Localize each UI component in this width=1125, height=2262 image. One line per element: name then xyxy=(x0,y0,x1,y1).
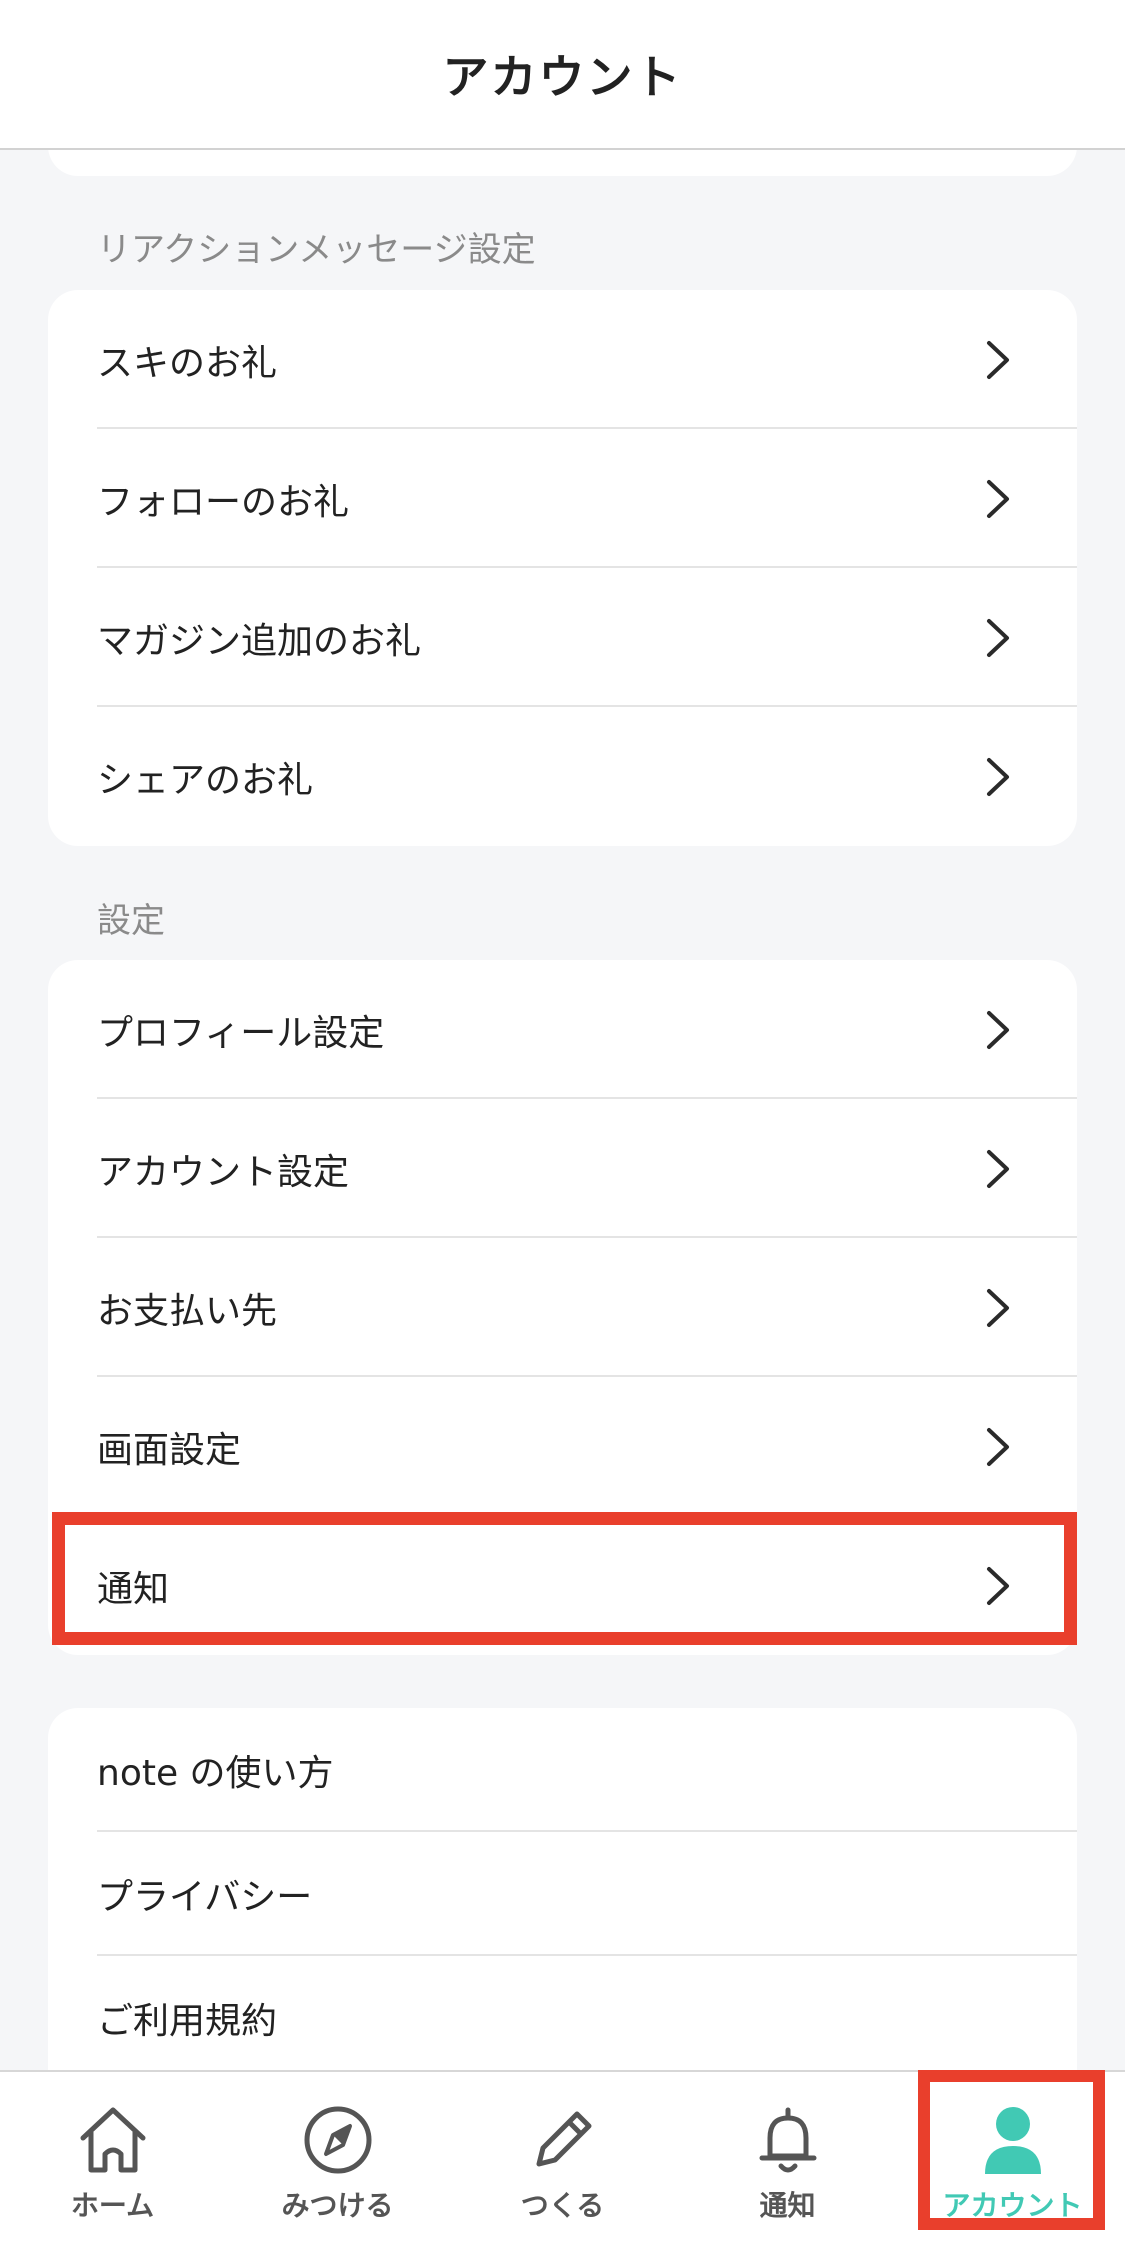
chevron-right-icon xyxy=(987,1288,1009,1327)
chevron-right-icon xyxy=(987,1427,1009,1466)
home-icon xyxy=(80,2107,145,2173)
chevron-right-icon xyxy=(987,618,1009,657)
menu-item-how-to-use[interactable]: note の使い方 xyxy=(48,1708,1077,1832)
menu-item-terms[interactable]: ご利用規約 xyxy=(48,1956,1077,2080)
menu-item-label: シェアのお礼 xyxy=(97,759,314,801)
person-icon xyxy=(984,2107,1041,2174)
menu-item-label: プライバシー xyxy=(97,1877,313,1918)
menu-item-follow-thanks[interactable]: フォローのお礼 xyxy=(48,429,1077,568)
compass-icon xyxy=(304,2106,371,2174)
menu-item-label: スキのお礼 xyxy=(97,342,278,384)
menu-item-profile-settings[interactable]: プロフィール設定 xyxy=(48,960,1077,1099)
tab-label: つくる xyxy=(520,2189,605,2222)
menu-item-label: note の使い方 xyxy=(97,1753,334,1794)
menu-item-notifications[interactable]: 通知 xyxy=(48,1516,1077,1655)
menu-item-like-thanks[interactable]: スキのお礼 xyxy=(48,290,1077,429)
menu-item-share-thanks[interactable]: シェアのお礼 xyxy=(48,707,1077,846)
section-label-reaction: リアクションメッセージ設定 xyxy=(97,230,536,270)
menu-item-label: プロフィール設定 xyxy=(97,1012,385,1054)
menu-item-label: アカウント設定 xyxy=(97,1151,350,1193)
app-header: アカウント xyxy=(0,0,1125,150)
tab-home[interactable]: ホーム xyxy=(0,2072,225,2262)
menu-item-display-settings[interactable]: 画面設定 xyxy=(48,1377,1077,1516)
chevron-right-icon xyxy=(987,1010,1009,1049)
bottom-tab-bar: ホーム みつける つくる 通知 アカウント xyxy=(0,2070,1125,2262)
tab-create[interactable]: つくる xyxy=(450,2072,675,2262)
menu-item-label: お支払い先 xyxy=(97,1290,278,1332)
tab-account[interactable]: アカウント xyxy=(900,2072,1125,2262)
menu-item-magazine-thanks[interactable]: マガジン追加のお礼 xyxy=(48,568,1077,707)
section-label-settings: 設定 xyxy=(97,901,165,941)
chevron-right-icon xyxy=(987,1566,1009,1605)
tab-label: ホーム xyxy=(70,2189,155,2222)
menu-item-label: フォローのお礼 xyxy=(97,481,350,523)
settings-card: プロフィール設定 アカウント設定 お支払い先 画面設定 通知 xyxy=(48,960,1077,1655)
chevron-right-icon xyxy=(987,757,1009,796)
menu-item-label: ご利用規約 xyxy=(97,2001,278,2042)
chevron-right-icon xyxy=(987,340,1009,379)
bell-icon xyxy=(759,2107,816,2173)
info-card: note の使い方 プライバシー ご利用規約 xyxy=(48,1708,1077,2108)
menu-item-label: マガジン追加のお礼 xyxy=(97,620,422,662)
reaction-settings-card: スキのお礼 フォローのお礼 マガジン追加のお礼 シェアのお礼 xyxy=(48,290,1077,846)
chevron-right-icon xyxy=(987,1149,1009,1188)
menu-item-label: 通知 xyxy=(97,1568,170,1610)
menu-item-payment-destination[interactable]: お支払い先 xyxy=(48,1238,1077,1377)
pencil-icon xyxy=(536,2111,591,2167)
chevron-right-icon xyxy=(987,479,1009,518)
page-title: アカウント xyxy=(442,50,683,104)
menu-item-privacy[interactable]: プライバシー xyxy=(48,1832,1077,1956)
tab-notifications[interactable]: 通知 xyxy=(675,2072,900,2262)
tab-label: みつける xyxy=(281,2189,394,2222)
tab-label: 通知 xyxy=(759,2189,816,2222)
tab-discover[interactable]: みつける xyxy=(225,2072,450,2262)
menu-item-account-settings[interactable]: アカウント設定 xyxy=(48,1099,1077,1238)
tab-label: アカウント xyxy=(942,2189,1083,2222)
menu-item-label: 画面設定 xyxy=(97,1429,242,1471)
